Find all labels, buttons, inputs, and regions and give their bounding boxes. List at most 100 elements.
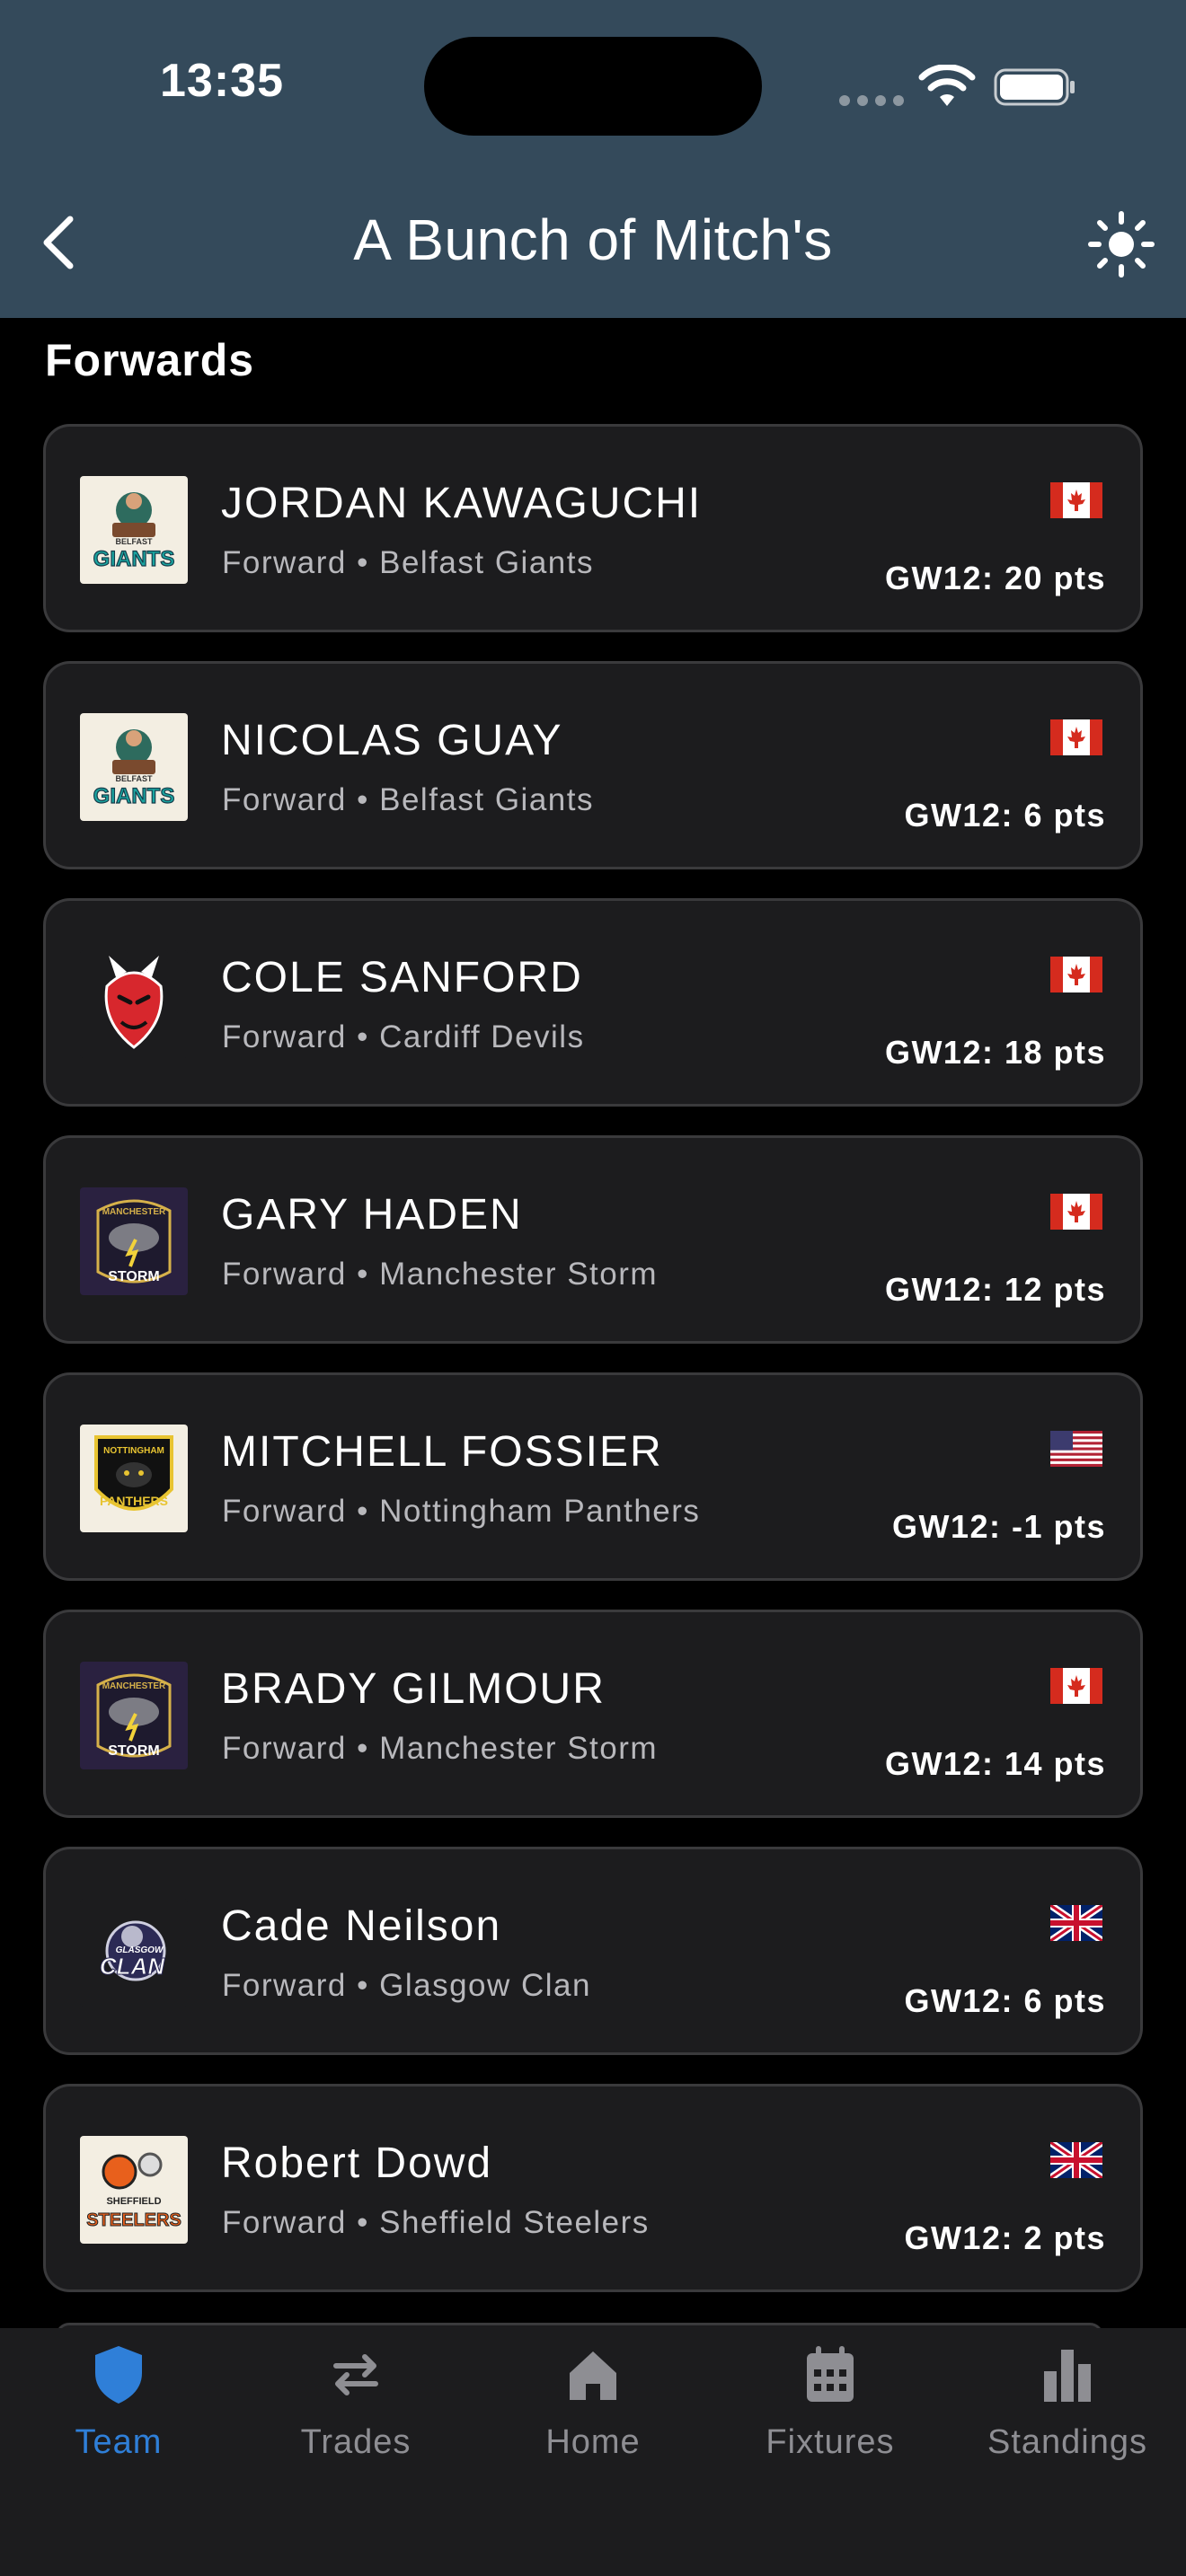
player-team: Sheffield Steelers <box>379 2205 650 2240</box>
svg-text:GIANTS: GIANTS <box>93 547 175 571</box>
player-team: Cardiff Devils <box>379 1019 585 1054</box>
flag-uk-icon <box>1048 2139 1105 2182</box>
player-position: Forward <box>222 2205 347 2240</box>
flag-uk-icon <box>1048 1901 1105 1945</box>
player-card[interactable]: MANCHESTER STORM BRADY GILMOUR Forward • … <box>43 1610 1143 1818</box>
player-name: MITCHELL FOSSIER <box>221 1428 663 1476</box>
svg-text:BELFAST: BELFAST <box>115 537 153 546</box>
tab-home[interactable]: Home <box>474 2344 712 2470</box>
flag-canada-icon <box>1050 482 1102 518</box>
player-meta: Forward • Sheffield Steelers <box>222 2205 650 2241</box>
meta-separator: • <box>357 1257 369 1292</box>
tab-label: Fixtures <box>766 2423 895 2461</box>
player-points: GW12: 12 pts <box>884 1271 1106 1308</box>
shield-icon <box>0 2344 237 2405</box>
svg-text:NOTTINGHAM: NOTTINGHAM <box>103 1446 164 1456</box>
svg-text:STEELERS: STEELERS <box>86 2210 181 2230</box>
tab-trades[interactable]: Trades <box>237 2344 474 2470</box>
player-position: Forward <box>222 545 347 580</box>
flag-canada-icon <box>1050 1194 1102 1230</box>
player-meta: Forward • Glasgow Clan <box>222 1968 591 2004</box>
player-name: Robert Dowd <box>221 2139 493 2187</box>
tab-team[interactable]: Team <box>0 2344 237 2470</box>
player-name: COLE SANFORD <box>221 954 583 1001</box>
meta-separator: • <box>357 2205 369 2240</box>
tab-label: Home <box>545 2423 641 2461</box>
svg-text:GIANTS: GIANTS <box>93 784 175 808</box>
player-points: GW12: 20 pts <box>884 560 1106 596</box>
status-time: 13:35 <box>160 55 284 107</box>
svg-text:STORM: STORM <box>108 1743 159 1759</box>
theme-toggle-sun-icon[interactable] <box>1087 210 1155 278</box>
swap-arrows-icon <box>237 2344 474 2405</box>
player-card[interactable]: COLE SANFORD Forward • Cardiff Devils GW… <box>43 898 1143 1107</box>
player-points: GW12: 18 pts <box>884 1034 1106 1071</box>
team-logo-manchester-storm: MANCHESTER STORM <box>80 1662 188 1769</box>
meta-separator: • <box>357 1731 369 1766</box>
tab-label: Standings <box>987 2423 1147 2461</box>
team-logo-belfast-giants: BELFAST GIANTS <box>80 713 188 821</box>
meta-separator: • <box>357 1019 369 1054</box>
player-card[interactable]: GLASGOW CLAN Cade Neilson Forward • Glasg… <box>43 1847 1143 2055</box>
player-meta: Forward • Belfast Giants <box>222 782 594 818</box>
player-position: Forward <box>222 1731 347 1766</box>
dynamic-island <box>424 37 762 136</box>
team-logo-belfast-giants: BELFAST GIANTS <box>80 476 188 584</box>
team-logo-glasgow-clan: GLASGOW CLAN <box>80 1899 188 2007</box>
meta-separator: • <box>357 1968 369 2003</box>
signal-icon <box>839 95 904 106</box>
flag-usa-icon <box>1050 1431 1102 1467</box>
player-name: JORDAN KAWAGUCHI <box>221 480 703 527</box>
tab-standings[interactable]: Standings <box>949 2344 1186 2470</box>
app-header: 13:35 A Bunch of Mitch's <box>0 0 1186 318</box>
player-position: Forward <box>222 1494 347 1529</box>
player-meta: Forward • Nottingham Panthers <box>222 1494 700 1530</box>
player-name: Cade Neilson <box>221 1902 502 1950</box>
player-card[interactable]: BELFAST GIANTS NICOLAS GUAY Forward • Bel… <box>43 661 1143 869</box>
player-card[interactable]: NOTTINGHAM PANTHERS MITCHELL FOSSIER Forw… <box>43 1372 1143 1581</box>
flag-canada-icon <box>1050 957 1102 992</box>
team-logo-nottingham-panthers: NOTTINGHAM PANTHERS <box>80 1425 188 1532</box>
player-points: GW12: 14 pts <box>884 1745 1106 1782</box>
player-team: Manchester Storm <box>379 1731 659 1766</box>
tab-label: Team <box>75 2423 163 2461</box>
player-card[interactable]: MANCHESTER STORM GARY HADEN Forward • Man… <box>43 1135 1143 1344</box>
team-logo-manchester-storm: MANCHESTER STORM <box>80 1187 188 1295</box>
svg-text:CLAN: CLAN <box>100 1953 165 1980</box>
player-points: GW12: 2 pts <box>904 2219 1106 2256</box>
player-team: Manchester Storm <box>379 1257 659 1292</box>
calendar-icon <box>712 2344 949 2405</box>
meta-separator: • <box>357 782 369 817</box>
player-name: BRADY GILMOUR <box>221 1665 606 1713</box>
player-team: Glasgow Clan <box>379 1968 591 2003</box>
player-meta: Forward • Belfast Giants <box>222 545 594 581</box>
player-position: Forward <box>222 1257 347 1292</box>
player-team: Nottingham Panthers <box>379 1494 701 1529</box>
player-team: Belfast Giants <box>379 545 594 580</box>
player-points: GW12: -1 pts <box>891 1508 1106 1545</box>
player-meta: Forward • Manchester Storm <box>222 1731 658 1767</box>
player-card[interactable]: BELFAST GIANTS JORDAN KAWAGUCHI Forward •… <box>43 424 1143 632</box>
meta-separator: • <box>357 545 369 580</box>
tab-fixtures[interactable]: Fixtures <box>712 2344 949 2470</box>
svg-text:STORM: STORM <box>108 1269 159 1284</box>
player-position: Forward <box>222 1019 347 1054</box>
svg-text:PANTHERS: PANTHERS <box>100 1494 168 1508</box>
player-name: NICOLAS GUAY <box>221 717 563 764</box>
team-logo-cardiff-devils <box>80 950 188 1058</box>
flag-canada-icon <box>1050 719 1102 755</box>
bar-chart-icon <box>949 2344 1186 2405</box>
team-logo-sheffield-steelers: SHEFFIELD STEELERS <box>80 2136 188 2244</box>
svg-text:BELFAST: BELFAST <box>115 774 153 783</box>
home-icon <box>474 2344 712 2405</box>
meta-separator: • <box>357 1494 369 1529</box>
player-position: Forward <box>222 1968 347 2003</box>
player-meta: Forward • Cardiff Devils <box>222 1019 585 1055</box>
tab-label: Trades <box>300 2423 412 2461</box>
page-title: A Bunch of Mitch's <box>353 207 833 272</box>
section-title: Forwards <box>45 335 255 385</box>
player-card[interactable]: SHEFFIELD STEELERS Robert Dowd Forward • … <box>43 2084 1143 2292</box>
player-position: Forward <box>222 782 347 817</box>
flag-canada-icon <box>1050 1668 1102 1704</box>
player-list: BELFAST GIANTS JORDAN KAWAGUCHI Forward •… <box>43 424 1143 2321</box>
